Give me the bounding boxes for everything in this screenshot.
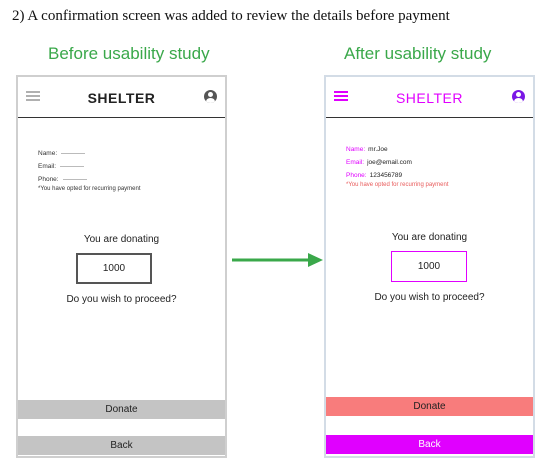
donating-label: You are donating	[83, 234, 160, 245]
back-button[interactable]: Back	[326, 435, 533, 454]
phone-label: Phone:	[38, 176, 59, 183]
before-phone-screen: SHELTER Name: Email: Phone: *You have op…	[16, 75, 227, 458]
before-panel-title: Before usability study	[48, 44, 210, 63]
name-label: Name:	[346, 146, 366, 153]
app-header: SHELTER	[18, 77, 225, 118]
user-icon[interactable]	[204, 90, 217, 103]
name-value: mr.Joe	[368, 146, 388, 153]
email-blank	[60, 165, 85, 167]
donor-details: Name: mr.Joe Email: joe@email.com Phone: 12…	[346, 143, 449, 188]
name-row: Name:	[38, 147, 141, 160]
proceed-question: Do you wish to proceed?	[374, 292, 485, 303]
phone-blank	[62, 178, 87, 180]
email-value: joe@email.com	[367, 159, 412, 166]
name-label: Name:	[38, 150, 58, 157]
phone-row: Phone:	[38, 173, 141, 186]
app-title: SHELTER	[395, 90, 464, 106]
email-row: Email:	[38, 160, 141, 173]
phone-value: 123456789	[369, 172, 403, 179]
back-button[interactable]: Back	[18, 436, 225, 455]
email-row: Email: joe@email.com	[346, 156, 449, 169]
recurring-note: *You have opted for recurring payment	[346, 182, 449, 188]
proceed-question: Do you wish to proceed?	[66, 294, 177, 305]
donate-button[interactable]: Donate	[18, 400, 225, 419]
arrow-right-icon	[232, 253, 323, 267]
after-panel-title: After usability study	[344, 44, 492, 63]
email-label: Email:	[38, 163, 57, 170]
name-blank	[61, 152, 86, 154]
donate-button[interactable]: Donate	[326, 397, 533, 416]
phone-label: Phone:	[346, 172, 367, 179]
name-row: Name: mr.Joe	[346, 143, 449, 156]
app-header: SHELTER	[326, 77, 533, 118]
email-label: Email:	[346, 159, 365, 166]
donating-label: You are donating	[391, 232, 468, 243]
amount-box: 1000	[76, 253, 152, 284]
app-title: SHELTER	[87, 90, 156, 106]
recurring-note: *You have opted for recurring payment	[38, 186, 141, 192]
user-icon[interactable]	[512, 90, 525, 103]
donor-details: Name: Email: Phone: *You have opted for …	[38, 147, 141, 192]
phone-row: Phone: 123456789	[346, 169, 449, 182]
amount-box: 1000	[391, 251, 467, 282]
page-heading: 2) A confirmation screen was added to re…	[12, 8, 450, 24]
after-phone-screen: SHELTER Name: mr.Joe Email: joe@email.com …	[324, 75, 535, 458]
